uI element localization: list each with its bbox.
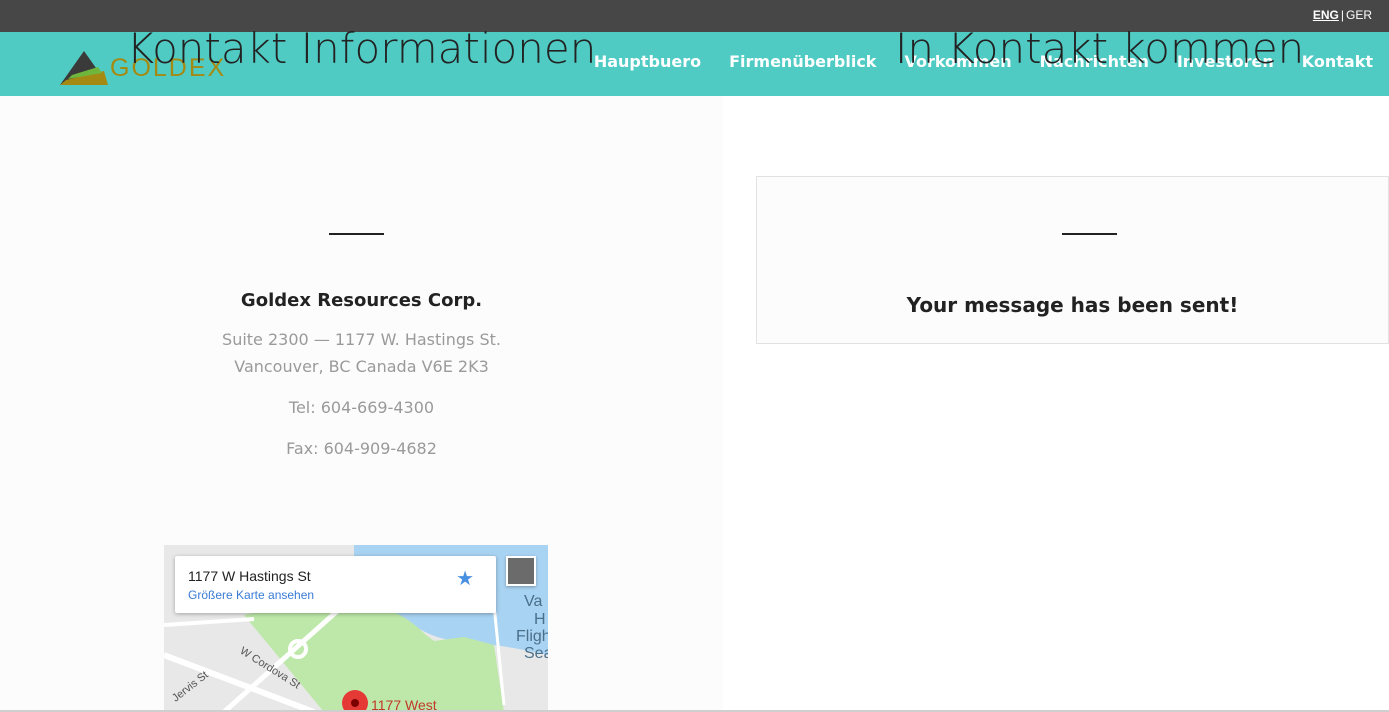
- get-in-touch-heading: In Kontakt kommen: [895, 24, 1305, 73]
- map-label-sea: Sea: [524, 645, 548, 662]
- contact-info-heading: Kontakt Informationen: [126, 24, 597, 73]
- fax-number: Fax: 604-909-4682: [286, 439, 437, 458]
- nav-item-firmenueberblick[interactable]: Firmenüberblick: [729, 52, 876, 71]
- map-label-fligh: Fligh: [516, 628, 548, 645]
- language-switcher: ENG | GER: [1313, 8, 1372, 22]
- lang-eng-link[interactable]: ENG: [1313, 8, 1339, 22]
- map-info-card: 1177 W Hastings St Größere Karte ansehen…: [175, 556, 496, 613]
- map-label-va: Va: [524, 593, 543, 610]
- lang-ger-link[interactable]: GER: [1346, 8, 1372, 22]
- message-sent-notice: Your message has been sent!: [906, 293, 1239, 317]
- map-label-h: H: [534, 611, 546, 628]
- company-name: Goldex Resources Corp.: [240, 290, 483, 311]
- map-info-title: 1177 W Hastings St: [188, 568, 311, 584]
- larger-map-link[interactable]: Größere Karte ansehen: [188, 588, 314, 602]
- contact-divider: [329, 233, 384, 235]
- message-box: [756, 176, 1389, 344]
- lang-separator: |: [1340, 8, 1344, 22]
- nav-item-kontakt[interactable]: Kontakt: [1302, 52, 1373, 71]
- address-line-2: Vancouver, BC Canada V6E 2K3: [234, 357, 489, 376]
- star-icon[interactable]: ★: [456, 566, 474, 590]
- message-divider: [1062, 233, 1117, 235]
- address-line-1: Suite 2300 — 1177 W. Hastings St.: [222, 330, 501, 349]
- phone-number: Tel: 604-669-4300: [288, 398, 435, 417]
- street-view-thumbnail[interactable]: [506, 556, 536, 586]
